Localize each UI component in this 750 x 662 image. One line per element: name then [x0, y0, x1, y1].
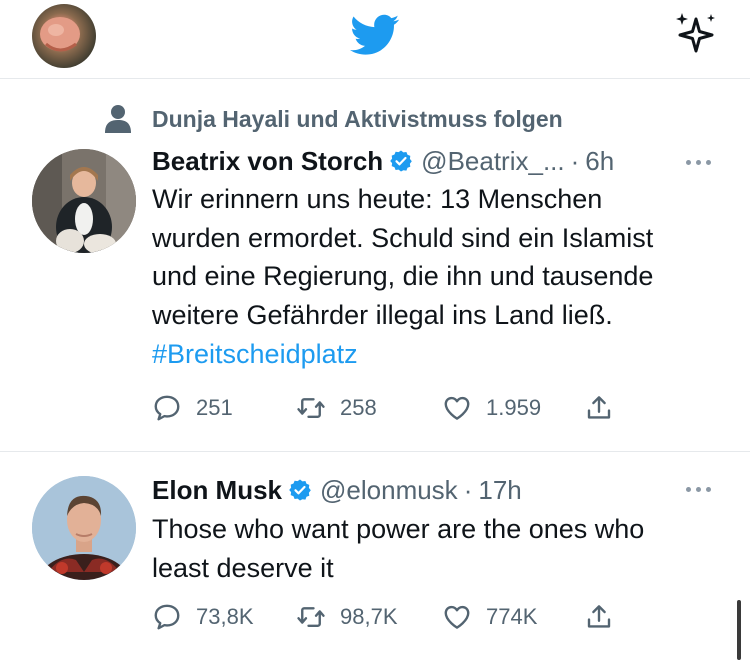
author-handle[interactable]: @Beatrix_... [421, 146, 564, 177]
timestamp[interactable]: 17h [478, 475, 521, 506]
reply-count: 251 [196, 395, 233, 420]
tweet-text-line: Those who want power are the ones who [152, 514, 645, 544]
scrollbar[interactable] [737, 600, 741, 660]
person-icon [105, 105, 131, 133]
author-handle[interactable]: @elonmusk [320, 475, 458, 506]
retweet-button[interactable]: 98,7K [296, 597, 398, 637]
tweet-text: Wir erinnern uns heute: 13 Menschen wurd… [152, 180, 722, 374]
verified-badge-icon [289, 479, 311, 501]
more-options-icon[interactable] [684, 484, 714, 494]
share-button[interactable] [584, 597, 614, 637]
retweet-icon [297, 607, 325, 627]
verified-badge-icon [390, 150, 412, 172]
like-button[interactable]: 774K [442, 597, 537, 637]
avatar[interactable] [32, 476, 136, 580]
social-context: Dunja Hayali und Aktivistmuss folgen [104, 101, 563, 137]
author-name[interactable]: Elon Musk [152, 475, 282, 506]
retweet-count: 258 [340, 395, 377, 420]
tweet[interactable]: Dunja Hayali und Aktivistmuss folgen Bea… [0, 79, 750, 452]
tweet-text-line: Wir erinnern uns heute: 13 Menschen [152, 184, 603, 214]
tweet-actions: 73,8K 98,7K 774K [152, 597, 632, 637]
social-context-text[interactable]: Dunja Hayali und Aktivistmuss folgen [152, 106, 563, 133]
tweet-text-line: und eine Regierung, die ihn und tausende [152, 261, 654, 292]
reply-button[interactable]: 251 [152, 388, 233, 428]
share-icon [587, 396, 611, 419]
tweet-text-line: least deserve it [152, 552, 334, 583]
twitter-bird-icon[interactable] [346, 10, 404, 60]
author-name[interactable]: Beatrix von Storch [152, 146, 383, 177]
heart-icon [444, 605, 470, 629]
heart-icon [444, 396, 470, 420]
separator: · [570, 145, 580, 176]
top-bar [0, 0, 750, 79]
tweet-actions: 251 258 1.959 [152, 388, 632, 428]
more-options-icon[interactable] [684, 157, 714, 167]
retweet-count: 98,7K [340, 604, 398, 629]
reply-icon [154, 604, 180, 630]
tweet-text: Those who want power are the ones who le… [152, 510, 722, 587]
tweet-text-line: wurden ermordet. Schuld sind ein Islamis… [152, 222, 654, 253]
tweet[interactable]: Elon Musk @elonmusk · 17h Those who want… [0, 452, 750, 662]
profile-avatar[interactable] [32, 4, 96, 68]
sparkle-icon[interactable] [671, 10, 721, 60]
reply-count: 73,8K [196, 604, 254, 629]
separator: · [463, 474, 473, 505]
timestamp[interactable]: 6h [585, 146, 614, 177]
like-count: 1.959 [486, 395, 542, 420]
retweet-button[interactable]: 258 [296, 388, 377, 428]
avatar[interactable] [32, 149, 136, 253]
share-icon [587, 605, 611, 628]
retweet-icon [297, 398, 325, 418]
tweet-header: Beatrix von Storch @Beatrix_... · 6h [152, 143, 614, 179]
like-count: 774K [486, 604, 538, 629]
tweet-header: Elon Musk @elonmusk · 17h [152, 472, 522, 508]
like-button[interactable]: 1.959 [442, 388, 541, 428]
tweet-text-line: weitere Gefährder illegal ins Land ließ. [152, 300, 613, 331]
share-button[interactable] [584, 388, 614, 428]
reply-icon [154, 395, 180, 421]
hashtag-link[interactable]: #Breitscheidplatz [152, 335, 722, 374]
reply-button[interactable]: 73,8K [152, 597, 254, 637]
